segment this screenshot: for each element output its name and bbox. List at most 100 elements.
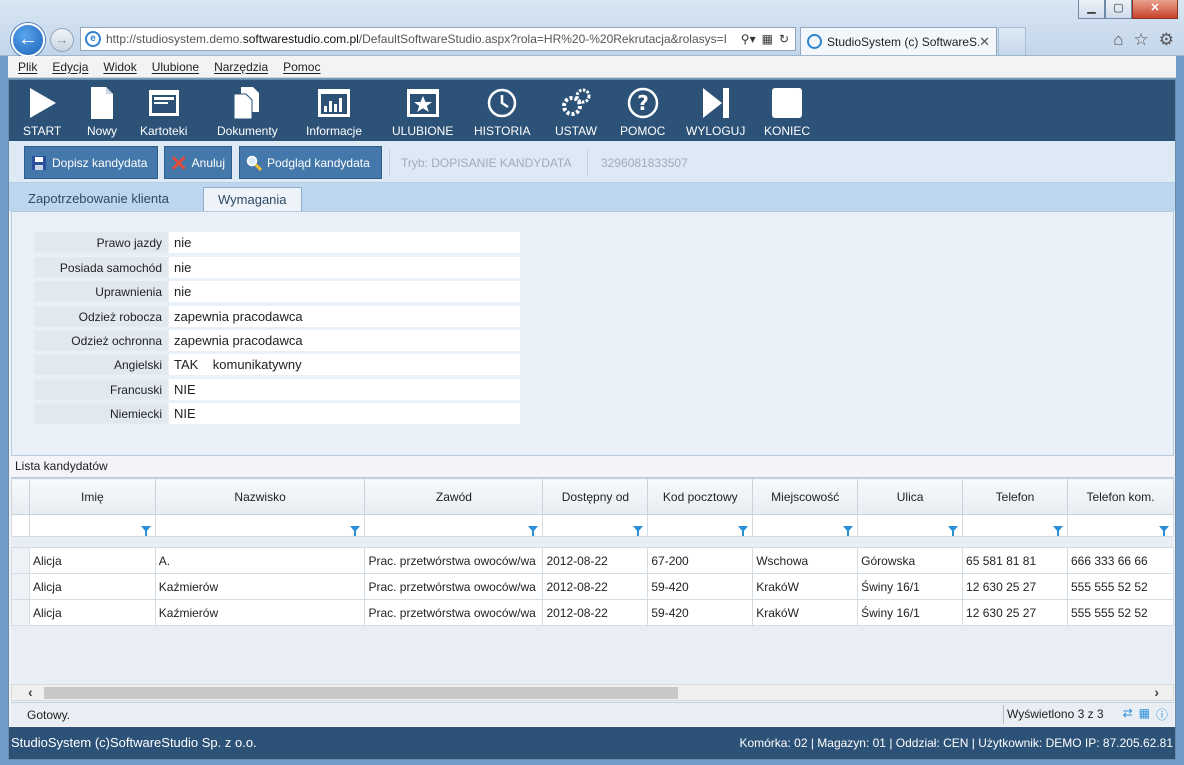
filter-cell[interactable] bbox=[962, 514, 1068, 537]
favorites-star-icon[interactable]: ☆ bbox=[1134, 30, 1149, 50]
close-button[interactable]: ✕ bbox=[1132, 0, 1178, 19]
column-header[interactable]: Telefon kom. bbox=[1066, 478, 1174, 515]
filter-cell[interactable] bbox=[542, 514, 649, 537]
record-count: Wyświetlono 3 z 3 bbox=[1003, 705, 1104, 724]
filter-cell[interactable] bbox=[857, 514, 964, 537]
filter-cell[interactable] bbox=[1066, 514, 1174, 537]
filter-cell[interactable] bbox=[752, 514, 859, 537]
maximize-button[interactable]: ▢ bbox=[1105, 0, 1132, 19]
toolbar-help[interactable]: ? POMOC bbox=[620, 86, 665, 138]
column-header[interactable]: Miejscowość bbox=[752, 478, 859, 515]
preview-candidate-button[interactable]: Podgląd kandydata bbox=[239, 146, 382, 179]
refresh-arrows-icon[interactable]: ⇄ bbox=[1123, 706, 1133, 723]
menu-file[interactable]: Plik bbox=[18, 60, 37, 74]
filter-cell[interactable] bbox=[647, 514, 754, 537]
field-value[interactable]: nie bbox=[169, 281, 520, 302]
filter-funnel-icon[interactable] bbox=[948, 525, 959, 536]
cell-city: KrakóW bbox=[752, 573, 859, 600]
toolbar-start[interactable]: START bbox=[23, 86, 61, 138]
scroll-left-icon[interactable]: ‹ bbox=[28, 684, 33, 700]
cell-postal-code: 59-420 bbox=[647, 599, 754, 626]
field-value[interactable]: NIE bbox=[169, 379, 520, 400]
filter-funnel-icon[interactable] bbox=[350, 525, 361, 536]
filter-cell[interactable] bbox=[154, 514, 366, 537]
refresh-icon[interactable]: ↻ bbox=[779, 32, 789, 46]
export-icon[interactable]: ▦ bbox=[1139, 706, 1150, 723]
filter-funnel-icon[interactable] bbox=[1159, 525, 1169, 536]
toolbar-information[interactable]: Informacje bbox=[306, 86, 362, 138]
menu-help[interactable]: Pomoc bbox=[283, 60, 320, 74]
field-value[interactable]: zapewnia pracodawca bbox=[169, 330, 520, 351]
tab-close-icon[interactable]: ✕ bbox=[979, 34, 990, 50]
url-text[interactable]: http://studiosystem.demo.softwarestudio.… bbox=[106, 32, 735, 46]
toolbar-history[interactable]: HISTORIA bbox=[474, 86, 530, 138]
gears-icon bbox=[562, 88, 591, 116]
row-selector[interactable] bbox=[11, 599, 30, 626]
field-value[interactable]: nie bbox=[169, 257, 520, 278]
filter-cell[interactable] bbox=[28, 514, 156, 537]
browser-tab[interactable]: StudioSystem (c) SoftwareS... ✕ bbox=[800, 27, 997, 55]
toolbar-history-label: HISTORIA bbox=[474, 124, 531, 138]
field-value[interactable]: zapewnia pracodawca bbox=[169, 306, 520, 327]
add-candidate-button[interactable]: Dopisz kandydata bbox=[24, 146, 158, 179]
scrollbar-thumb[interactable] bbox=[44, 687, 678, 699]
menu-edit[interactable]: Edycja bbox=[52, 60, 88, 74]
column-header[interactable]: Kod pocztowy bbox=[647, 478, 754, 515]
scroll-right-icon[interactable]: › bbox=[1154, 684, 1159, 700]
filter-funnel-icon[interactable] bbox=[528, 525, 539, 536]
forward-arrow-icon[interactable]: → bbox=[50, 28, 74, 52]
table-row[interactable]: Alicja Kaźmierów Prac. przetwórstwa owoc… bbox=[11, 599, 1174, 626]
candidate-list-title: Lista kandydatów bbox=[15, 459, 108, 473]
compatibility-icon[interactable]: ▦ bbox=[762, 32, 773, 46]
field-value[interactable]: nie bbox=[169, 232, 520, 253]
field-value[interactable]: NIE bbox=[169, 403, 520, 424]
column-header[interactable]: Nazwisko bbox=[154, 478, 366, 515]
filter-cell[interactable] bbox=[364, 514, 544, 537]
add-candidate-label: Dopisz kandydata bbox=[52, 155, 148, 170]
home-icon[interactable]: ⌂ bbox=[1113, 30, 1123, 50]
ie-page-icon: e bbox=[85, 31, 101, 47]
menu-tools[interactable]: Narzędzia bbox=[214, 60, 268, 74]
column-header[interactable]: Imię bbox=[28, 478, 156, 515]
filter-funnel-icon[interactable] bbox=[738, 525, 749, 536]
column-header[interactable]: Dostępny od bbox=[542, 478, 649, 515]
menu-favorites[interactable]: Ulubione bbox=[152, 60, 199, 74]
cancel-button[interactable]: Anuluj bbox=[164, 146, 232, 179]
application-frame: START Nowy Kartoteki Dokumenty Informacj… bbox=[8, 79, 1176, 760]
column-header[interactable]: Ulica bbox=[857, 478, 964, 515]
settings-gear-icon[interactable]: ⚙ bbox=[1159, 30, 1174, 50]
table-row[interactable]: Alicja Kaźmierów Prac. przetwórstwa owoc… bbox=[11, 573, 1174, 600]
new-tab-button[interactable] bbox=[998, 27, 1026, 55]
table-row[interactable]: Alicja A. Prac. przetwórstwa owoców/wa 2… bbox=[11, 547, 1174, 574]
spacer-row bbox=[11, 536, 1174, 548]
toolbar-records[interactable]: Kartoteki bbox=[140, 86, 187, 138]
column-header[interactable]: Telefon bbox=[962, 478, 1068, 515]
address-bar[interactable]: e http://studiosystem.demo.softwarestudi… bbox=[80, 27, 796, 51]
filter-funnel-icon[interactable] bbox=[843, 525, 854, 536]
menu-view[interactable]: Widok bbox=[103, 60, 136, 74]
back-arrow-icon[interactable]: ← bbox=[11, 23, 45, 57]
search-icon[interactable]: ⚲▾ bbox=[741, 32, 756, 46]
toolbar-favorites-label: ULUBIONE bbox=[392, 124, 454, 138]
row-selector[interactable] bbox=[11, 547, 30, 574]
toolbar-settings[interactable]: USTAW bbox=[555, 86, 597, 138]
tab-requirements[interactable]: Wymagania bbox=[203, 187, 302, 212]
field-value[interactable]: TAK komunikatywny bbox=[169, 354, 520, 375]
toolbar-new[interactable]: Nowy bbox=[86, 86, 118, 138]
history-icon bbox=[487, 88, 517, 118]
magnifier-icon bbox=[246, 155, 262, 171]
tab-client-demand[interactable]: Zapotrzebowanie klienta bbox=[14, 187, 183, 212]
help-circle-icon[interactable]: ⓘ bbox=[1156, 706, 1168, 723]
menu-bar: Plik Edycja Widok Ulubione Narzędzia Pom… bbox=[8, 56, 1176, 78]
row-selector[interactable] bbox=[11, 573, 30, 600]
minimize-button[interactable]: ▁ bbox=[1078, 0, 1105, 19]
toolbar-documents[interactable]: Dokumenty bbox=[217, 86, 278, 138]
column-header[interactable]: Zawód bbox=[364, 478, 544, 515]
toolbar-logout[interactable]: WYLOGUJ bbox=[686, 86, 745, 138]
filter-funnel-icon[interactable] bbox=[1052, 525, 1063, 536]
toolbar-exit[interactable]: KONIEC bbox=[764, 86, 810, 138]
toolbar-favorites[interactable]: ULUBIONE bbox=[392, 86, 453, 138]
filter-funnel-icon[interactable] bbox=[140, 525, 151, 536]
filter-funnel-icon[interactable] bbox=[633, 525, 644, 536]
horizontal-scrollbar[interactable]: ‹ › bbox=[11, 684, 1174, 701]
